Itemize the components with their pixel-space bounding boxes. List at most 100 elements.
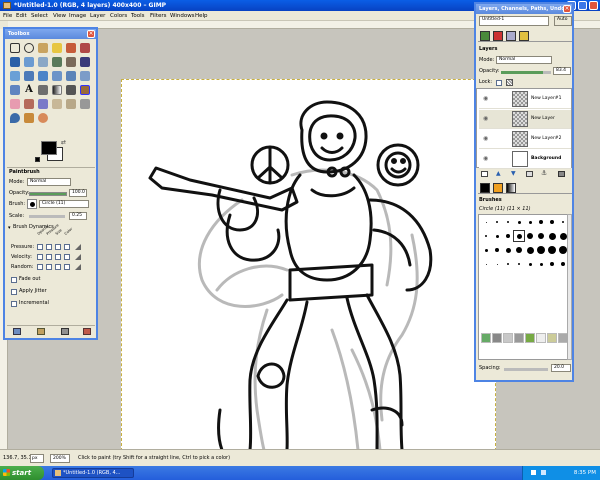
taskbar-gimp-item[interactable]: *Untitled-1.0 (RGB, 4... — [52, 468, 134, 478]
incremental-checkbox[interactable] — [11, 301, 17, 307]
menu-colors[interactable]: Colors — [110, 13, 127, 20]
color-select-tool-icon[interactable] — [66, 43, 76, 53]
brush-thumbnail[interactable] — [525, 245, 535, 255]
image-select[interactable]: Untitled-1 — [479, 16, 549, 26]
menu-tools[interactable]: Tools — [131, 13, 145, 20]
brush-thumbnail[interactable] — [525, 217, 535, 227]
brush-thumbnail[interactable] — [525, 259, 535, 269]
mode-select[interactable]: Normal — [27, 178, 71, 186]
layer-opacity-slider[interactable] — [501, 71, 551, 74]
brush-thumbnail[interactable] — [514, 259, 524, 269]
brush-grid-scrollbar[interactable] — [567, 214, 572, 360]
tab-fg-bg-icon[interactable] — [480, 183, 490, 193]
close-button[interactable] — [589, 1, 598, 10]
tab-patterns-icon[interactable] — [493, 183, 503, 193]
perspective-tool-icon[interactable] — [80, 71, 90, 81]
layer-row[interactable]: ◉ New Layer#1 — [479, 90, 571, 109]
start-button[interactable]: start — [0, 466, 44, 480]
menu-layer[interactable]: Layer — [90, 13, 105, 20]
brush-thumbnail[interactable] — [547, 245, 557, 255]
color-picker-tool-icon[interactable] — [38, 57, 48, 67]
brush-thumbnail[interactable] — [492, 231, 502, 241]
toolbox-titlebar[interactable]: Toolbox × — [5, 29, 96, 39]
brush-thumbnail[interactable] — [492, 245, 502, 255]
blur-tool-icon[interactable] — [10, 113, 20, 123]
pressure-opacity-checkbox[interactable] — [37, 244, 43, 250]
rotate-tool-icon[interactable] — [38, 71, 48, 81]
crop-tool-icon[interactable] — [24, 71, 34, 81]
ellipse-select-tool-icon[interactable] — [24, 43, 34, 53]
brush-thumbnail[interactable] — [536, 259, 546, 269]
brush-thumbnail[interactable] — [536, 217, 546, 227]
brush-thumbnail[interactable] — [481, 217, 491, 227]
visibility-eye-icon[interactable]: ◉ — [483, 155, 488, 162]
smudge-tool-icon[interactable] — [24, 113, 34, 123]
eraser-tool-icon[interactable] — [10, 99, 20, 109]
brush-thumbnail[interactable] — [513, 230, 525, 242]
brush-thumbnail[interactable] — [547, 231, 557, 241]
blend-tool-icon[interactable] — [52, 85, 62, 95]
ink-tool-icon[interactable] — [38, 99, 48, 109]
velocity-size-checkbox[interactable] — [55, 254, 61, 260]
menu-image[interactable]: Image — [69, 13, 86, 20]
random-curve-icon[interactable] — [75, 264, 81, 270]
brush-thumbnail[interactable] — [481, 259, 491, 269]
menu-file[interactable]: File — [3, 13, 12, 20]
duplicate-layer-icon[interactable] — [526, 171, 533, 177]
brush-thumbnail[interactable] — [481, 231, 491, 241]
brush-thumbnail[interactable] — [481, 245, 491, 255]
pressure-size-checkbox[interactable] — [55, 244, 61, 250]
apply-jitter-checkbox[interactable] — [11, 289, 17, 295]
move-tool-icon[interactable] — [80, 57, 90, 67]
brush-thumbnail[interactable] — [503, 245, 513, 255]
brush-thumbnail[interactable] — [503, 333, 513, 343]
tab-channels-icon[interactable] — [493, 31, 503, 41]
spacing-slider[interactable] — [504, 368, 548, 371]
brush-grid[interactable] — [478, 214, 568, 360]
menu-edit[interactable]: Edit — [16, 13, 27, 20]
visibility-eye-icon[interactable]: ◉ — [483, 95, 488, 102]
velocity-curve-icon[interactable] — [75, 254, 81, 260]
random-size-checkbox[interactable] — [55, 264, 61, 270]
clone-tool-icon[interactable] — [52, 99, 62, 109]
velocity-color-checkbox[interactable] — [64, 254, 70, 260]
scale-slider[interactable] — [29, 215, 65, 218]
tab-undo-icon[interactable] — [519, 31, 529, 41]
lock-alpha-icon[interactable] — [506, 79, 513, 86]
rect-select-tool-icon[interactable] — [10, 43, 20, 53]
delete-options-icon[interactable] — [61, 328, 69, 335]
random-color-checkbox[interactable] — [64, 264, 70, 270]
layers-dock-close-button[interactable]: × — [563, 5, 571, 13]
save-options-icon[interactable] — [13, 328, 21, 335]
tab-paths-icon[interactable] — [506, 31, 516, 41]
brush-thumbnail[interactable] — [503, 217, 513, 227]
unit-select[interactable]: px — [30, 454, 44, 463]
brush-thumbnail[interactable] — [503, 259, 513, 269]
brush-thumbnail[interactable] — [536, 333, 546, 343]
velocity-hardness-checkbox[interactable] — [46, 254, 52, 260]
brush-thumbnail[interactable] — [536, 231, 546, 241]
toolbox-close-button[interactable]: × — [87, 30, 95, 38]
visibility-eye-icon[interactable]: ◉ — [483, 135, 488, 142]
align-tool-icon[interactable] — [10, 71, 20, 81]
auto-button[interactable]: Auto — [554, 16, 572, 26]
airbrush-tool-icon[interactable] — [24, 99, 34, 109]
tab-gradients-icon[interactable] — [506, 183, 516, 193]
text-tool-icon[interactable]: A — [24, 85, 34, 95]
restore-options-icon[interactable] — [37, 328, 45, 335]
heal-tool-icon[interactable] — [66, 99, 76, 109]
brush-thumbnail[interactable] — [547, 333, 557, 343]
brush-thumbnail[interactable] — [547, 217, 557, 227]
tab-layers-icon[interactable] — [480, 31, 490, 41]
opacity-slider[interactable] — [29, 192, 67, 196]
visibility-eye-icon[interactable]: ◉ — [483, 115, 488, 122]
shear-tool-icon[interactable] — [66, 71, 76, 81]
random-hardness-checkbox[interactable] — [46, 264, 52, 270]
opacity-field[interactable]: 100.0 — [69, 189, 87, 197]
menu-filters[interactable]: Filters — [150, 13, 167, 20]
scissors-tool-icon[interactable] — [80, 43, 90, 53]
raise-layer-icon[interactable]: ▲ — [496, 171, 501, 177]
brush-thumbnail[interactable] — [514, 333, 524, 343]
brush-thumbnail[interactable] — [503, 231, 513, 241]
brush-name-field[interactable]: Circle (11) — [39, 200, 89, 208]
